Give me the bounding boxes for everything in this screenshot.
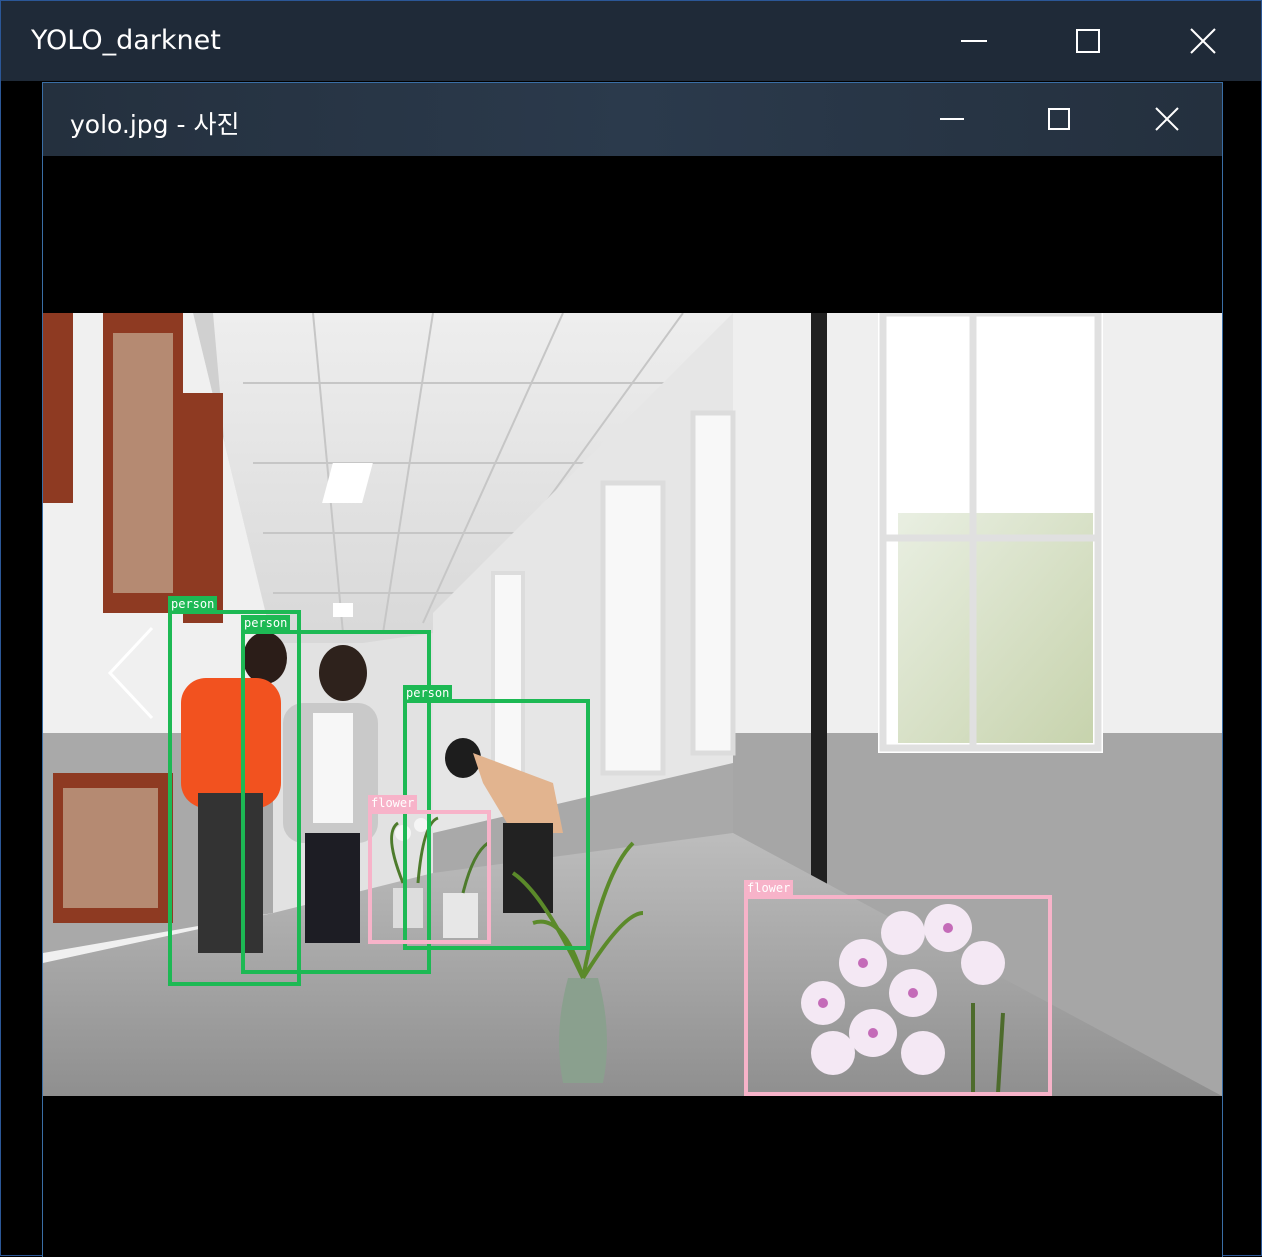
photo-maximize-button[interactable] xyxy=(1030,90,1088,148)
minimize-icon xyxy=(940,118,964,120)
detection-label: flower xyxy=(744,880,794,896)
detection-label: person xyxy=(403,685,453,701)
chevron-left-icon xyxy=(107,626,154,720)
photo-minimize-button[interactable] xyxy=(923,90,981,148)
outer-maximize-button[interactable] xyxy=(1059,12,1117,70)
detection-label: person xyxy=(241,615,291,631)
photo-viewer[interactable]: person person person flower flower xyxy=(43,313,1222,1096)
photo-window-title: yolo.jpg - 사진 xyxy=(70,110,240,139)
photo-close-button[interactable] xyxy=(1138,90,1196,148)
detection-label: flower xyxy=(368,795,418,811)
previous-photo-button[interactable] xyxy=(97,618,167,728)
outer-window: YOLO_darknet yolo.jpg - 사진 person person… xyxy=(0,0,1262,1257)
outer-minimize-button[interactable] xyxy=(945,12,1003,70)
close-icon xyxy=(1155,107,1179,131)
detection-box xyxy=(368,810,491,944)
photo-window-titlebar[interactable]: yolo.jpg - 사진 xyxy=(43,83,1222,156)
photo-window: yolo.jpg - 사진 person person person flowe… xyxy=(42,82,1223,1257)
close-icon xyxy=(1190,28,1216,54)
detection-label: person xyxy=(168,596,218,612)
outer-titlebar[interactable]: YOLO_darknet xyxy=(1,1,1261,81)
maximize-icon xyxy=(1048,108,1070,130)
outer-window-title: YOLO_darknet xyxy=(31,25,221,56)
detection-box xyxy=(744,895,1052,1096)
minimize-icon xyxy=(961,40,987,42)
maximize-icon xyxy=(1076,29,1100,53)
outer-close-button[interactable] xyxy=(1174,12,1232,70)
